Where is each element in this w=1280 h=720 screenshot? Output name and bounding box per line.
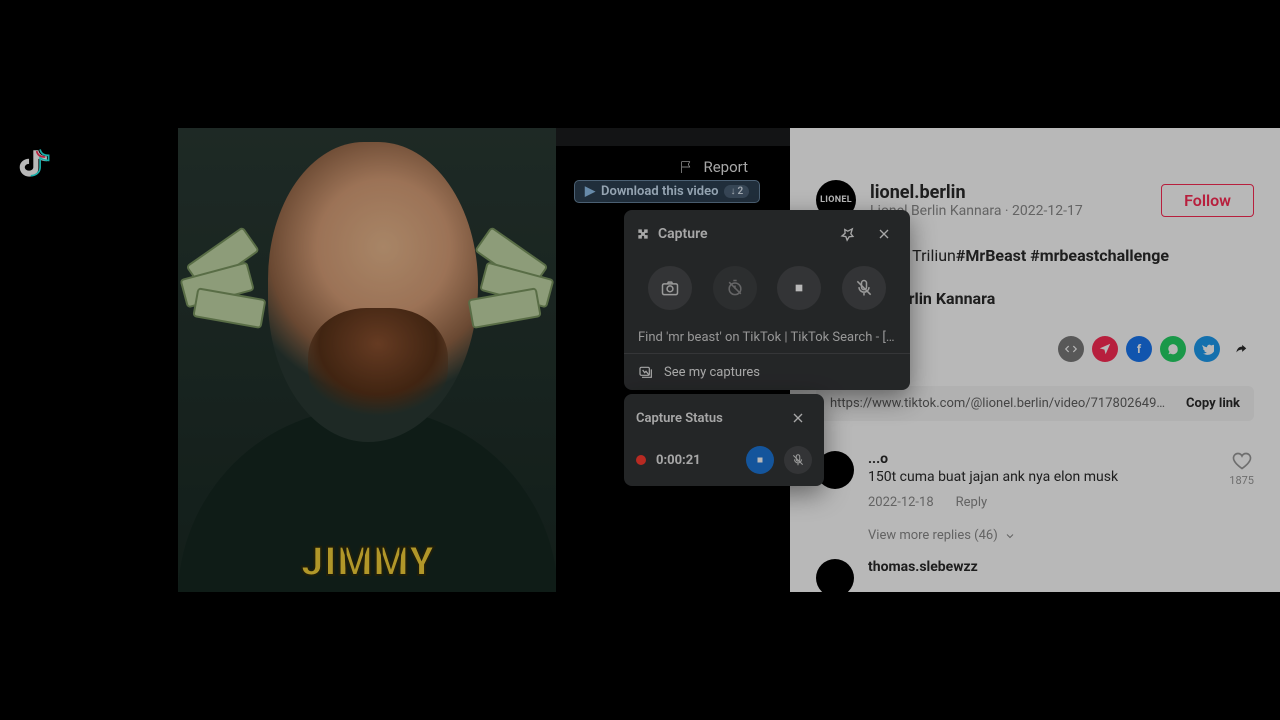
see-captures-button[interactable]: See my captures	[624, 354, 910, 390]
comment-item: ...o 150t cuma buat jajan ank nya elon m…	[816, 451, 1254, 543]
close-icon	[876, 226, 892, 242]
capture-status-popup: Capture Status 0:00:21	[624, 394, 824, 486]
recording-indicator	[636, 455, 646, 465]
comment-text: 150t cuma buat jajan ank nya elon musk	[868, 469, 1215, 485]
capture-popup: Capture Find 'mr beast' on TikTok	[624, 210, 910, 390]
share-twitter-button[interactable]	[1194, 336, 1220, 362]
download-video-button[interactable]: ▶ Download this video ↓2	[574, 180, 760, 203]
mute-mic-button[interactable]	[784, 446, 812, 474]
mic-off-icon	[791, 453, 805, 467]
close-button[interactable]	[870, 220, 898, 248]
timer-button[interactable]	[713, 266, 757, 310]
commenter-avatar[interactable]	[816, 559, 854, 592]
share-whatsapp-button[interactable]	[1160, 336, 1186, 362]
comment-reply-button[interactable]: Reply	[956, 495, 988, 510]
share-embed-button[interactable]	[1058, 336, 1084, 362]
capture-title: Capture	[658, 226, 708, 242]
pin-icon	[840, 226, 856, 242]
send-icon	[1098, 342, 1112, 356]
app-frame: JIMMY DONALDSON Report ▶ Download this v…	[0, 128, 1280, 592]
copy-link-button[interactable]: Copy link	[1186, 396, 1240, 411]
tiktok-logo	[18, 146, 52, 180]
code-icon	[1064, 342, 1078, 356]
twitter-icon	[1200, 342, 1214, 356]
download-count-badge: ↓2	[724, 185, 749, 198]
close-button[interactable]	[784, 404, 812, 432]
commenter-username[interactable]: thomas.slebewzz	[868, 559, 1254, 575]
timer-off-icon	[725, 278, 745, 298]
video-thumbnail[interactable]	[178, 128, 556, 592]
screenshot-button[interactable]	[648, 266, 692, 310]
stop-icon	[755, 455, 765, 465]
comment-date: 2022-12-18	[868, 495, 934, 510]
share-facebook-button[interactable]: f	[1126, 336, 1152, 362]
comment-like-button[interactable]: 1875	[1229, 451, 1254, 543]
gallery-icon	[638, 364, 654, 380]
stop-record-button[interactable]	[777, 266, 821, 310]
flag-icon	[679, 159, 695, 175]
recording-duration: 0:00:21	[656, 453, 701, 468]
heart-icon	[1232, 451, 1252, 471]
view-more-replies[interactable]: View more replies (46)	[868, 528, 1215, 543]
share-more-button[interactable]	[1228, 336, 1254, 362]
report-button[interactable]: Report	[669, 152, 758, 182]
stop-icon	[789, 278, 809, 298]
puzzle-icon	[636, 227, 650, 241]
stop-record-button[interactable]	[746, 446, 774, 474]
close-icon	[790, 410, 806, 426]
commenter-username[interactable]: ...o	[868, 451, 1215, 467]
report-label: Report	[703, 158, 748, 176]
follow-button[interactable]: Follow	[1161, 184, 1254, 217]
mute-mic-button[interactable]	[842, 266, 886, 310]
whatsapp-icon	[1166, 342, 1180, 356]
video-caption-overlay: JIMMY DONALDSON	[208, 538, 528, 592]
camera-icon	[660, 278, 680, 298]
chevron-down-icon	[1004, 530, 1016, 542]
comment-item: thomas.slebewzz	[816, 559, 1254, 592]
video-url: https://www.tiktok.com/@lionel.berlin/vi…	[830, 396, 1170, 411]
capture-page-title: Find 'mr beast' on TikTok | TikTok Searc…	[624, 322, 910, 353]
share-send-button[interactable]	[1092, 336, 1118, 362]
status-title: Capture Status	[636, 411, 723, 426]
download-label: Download this video	[601, 184, 718, 199]
pin-button[interactable]	[834, 220, 862, 248]
share-arrow-icon	[1234, 342, 1248, 356]
author-username[interactable]: lionel.berlin	[870, 182, 1083, 203]
link-row: https://www.tiktok.com/@lionel.berlin/vi…	[816, 386, 1254, 421]
mic-off-icon	[854, 278, 874, 298]
